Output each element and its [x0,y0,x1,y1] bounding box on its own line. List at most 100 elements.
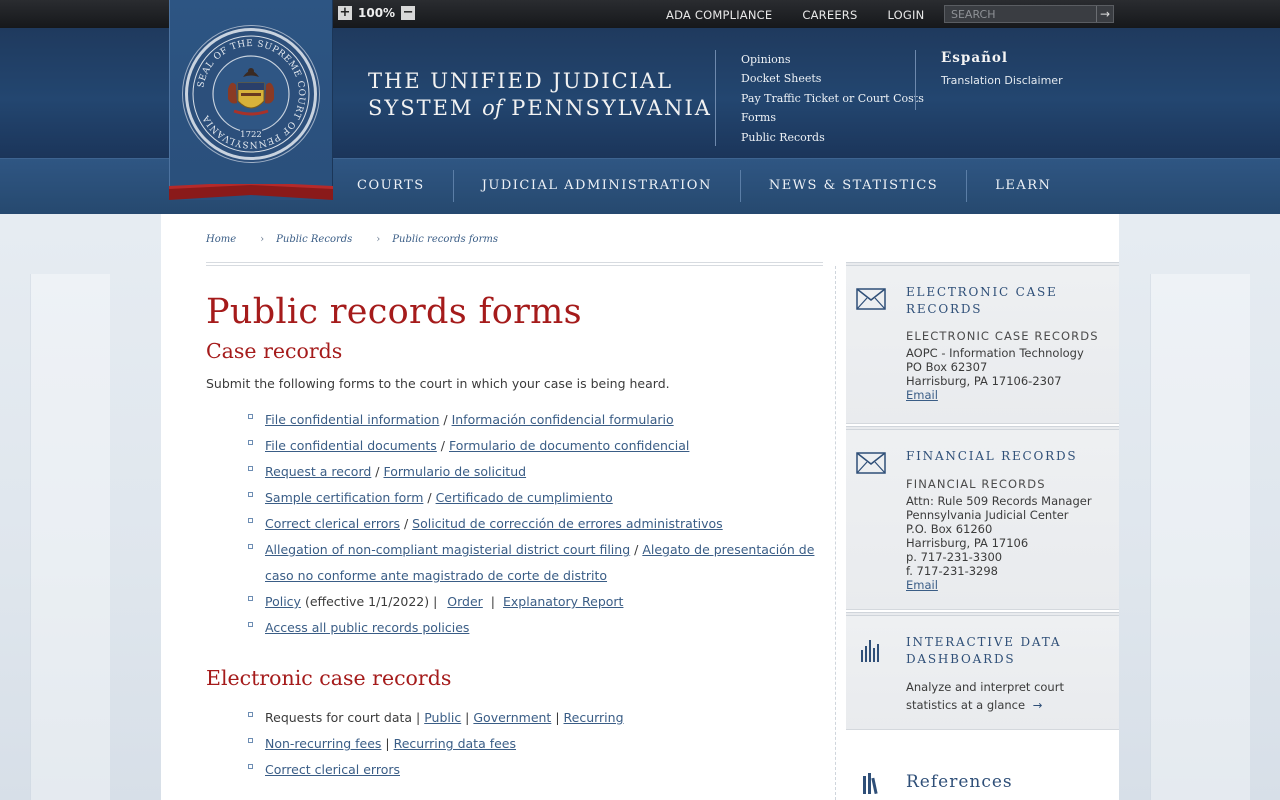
solicitud-correccion-errores-link[interactable]: Solicitud de corrección de errores admin… [412,516,723,531]
envelope-icon [856,288,886,310]
order-link[interactable]: Order [447,594,483,609]
nav-news-statistics[interactable]: NEWS & STATISTICS [741,170,968,202]
public-records-link[interactable]: Public Records [741,128,924,147]
case-records-intro: Submit the following forms to the court … [206,376,670,391]
list-item: Requests for court data | Public | Gover… [248,705,826,731]
electronic-records-list: Requests for court data | Public | Gover… [206,705,826,783]
financial-card-subheading: FINANCIAL RECORDS [906,477,1046,491]
nav-learn[interactable]: LEARN [967,170,1079,202]
request-a-record-link[interactable]: Request a record [265,464,371,479]
login-link[interactable]: LOGIN [887,8,924,22]
case-records-list: File confidential information / Informac… [206,407,826,641]
breadcrumb-home[interactable]: Home [206,234,236,245]
electronic-case-records-card: ELECTRONIC CASE RECORDS ELECTRONIC CASE … [846,262,1119,424]
banner-ribbon [169,184,333,200]
references-heading: References [906,772,1013,792]
arrow-right-icon: → [1032,698,1043,712]
pay-traffic-ticket-link[interactable]: Pay Traffic Ticket or Court Costs [741,89,924,108]
financial-email-link[interactable]: Email [906,578,938,592]
access-all-policies-link[interactable]: Access all public records policies [265,620,469,635]
public-data-link[interactable]: Public [424,710,461,725]
formulario-documento-confidencial-link[interactable]: Formulario de documento confidencial [449,438,689,453]
search-submit-icon[interactable]: → [1096,6,1113,22]
translation-disclaimer-link[interactable]: Translation Disclaimer [941,74,1063,87]
electronic-card-address: AOPC - Information Technology PO Box 623… [906,346,1084,402]
nav-judicial-administration[interactable]: JUDICIAL ADMINISTRATION [454,170,741,202]
policy-link[interactable]: Policy [265,594,301,609]
list-item: Request a record / Formulario de solicit… [248,459,826,485]
breadcrumb-public-records[interactable]: Public Records [276,234,352,245]
court-seal-logo[interactable]: SEAL OF THE SUPREME COURT OF PENNSYLVANI… [185,28,317,160]
informacion-confidencial-link[interactable]: Información confidencial formulario [452,412,674,427]
explanatory-report-link[interactable]: Explanatory Report [503,594,623,609]
site-title[interactable]: THE UNIFIED JUDICIAL SYSTEM of PENNSYLVA… [368,68,712,122]
page-title: Public records forms [206,292,582,332]
quick-links: Opinions Docket Sheets Pay Traffic Ticke… [741,50,924,147]
recurring-data-fees-link[interactable]: Recurring data fees [394,736,516,751]
electronic-card-heading: ELECTRONIC CASE RECORDS [906,285,1058,316]
bar-chart-icon [861,640,879,662]
correct-clerical-errors-link[interactable]: Correct clerical errors [265,516,400,531]
sidebar: ELECTRONIC CASE RECORDS ELECTRONIC CASE … [846,262,1119,794]
financial-card-address: Attn: Rule 509 Records Manager Pennsylva… [906,494,1092,592]
references-section: References [846,772,1119,794]
careers-link[interactable]: CAREERS [802,8,857,22]
list-item: Non-recurring fees | Recurring data fees [248,731,826,757]
header-divider [715,50,716,146]
opinions-link[interactable]: Opinions [741,50,924,69]
ada-compliance-link[interactable]: ADA COMPLIANCE [666,8,772,22]
formulario-de-solicitud-link[interactable]: Formulario de solicitud [383,464,526,479]
breadcrumb-separator: › [260,234,265,245]
docket-sheets-link[interactable]: Docket Sheets [741,69,924,88]
case-records-heading: Case records [206,339,343,363]
column-divider [835,266,836,800]
list-item: Allegation of non-compliant magisterial … [248,537,826,589]
list-item: File confidential information / Informac… [248,407,826,433]
zoom-control: + 100% − [338,6,416,20]
recurring-data-link[interactable]: Recurring [564,710,624,725]
espanol-link[interactable]: Español [941,50,1063,66]
breadcrumb: Home › Public Records › Public records f… [206,234,498,245]
forms-link[interactable]: Forms [741,108,924,127]
zoom-level: 100% [358,6,396,20]
file-confidential-information-link[interactable]: File confidential information [265,412,439,427]
seal-year: 1722 [240,130,262,140]
seal-emblem-icon: SEAL OF THE SUPREME COURT OF PENNSYLVANI… [192,35,310,153]
zoom-out-button[interactable]: − [401,6,416,20]
breadcrumb-current[interactable]: Public records forms [392,234,498,245]
allegation-non-compliant-filing-link[interactable]: Allegation of non-compliant magisterial … [265,542,630,557]
nav-courts[interactable]: COURTS [333,170,454,202]
non-recurring-fees-link[interactable]: Non-recurring fees [265,736,381,751]
government-data-link[interactable]: Government [473,710,551,725]
utility-links: ADA COMPLIANCE CAREERS LOGIN [666,8,924,22]
site-title-line-1: THE UNIFIED JUDICIAL [368,69,674,93]
list-item: Policy (effective 1/1/2022) | Order | Ex… [248,589,826,615]
sample-certification-form-link[interactable]: Sample certification form [265,490,423,505]
correct-clerical-errors-electronic-link[interactable]: Correct clerical errors [265,762,400,777]
file-confidential-documents-link[interactable]: File confidential documents [265,438,437,453]
financial-records-card: FINANCIAL RECORDS FINANCIAL RECORDS Attn… [846,426,1119,610]
site-title-line-2: SYSTEM of PENNSYLVANIA [368,96,712,120]
interactive-dashboards-card[interactable]: INTERACTIVE DATA DASHBOARDS Analyze and … [846,612,1119,730]
language-selector: Español Translation Disclaimer [941,50,1063,87]
header-divider [915,50,916,110]
list-item: Sample certification form / Certificado … [248,485,826,511]
list-item: Access all public records policies [248,615,826,641]
dashboards-card-text: Analyze and interpret court statistics a… [906,680,1064,712]
list-item: Correct clerical errors [248,757,826,783]
envelope-icon [856,452,886,474]
electronic-card-subheading: ELECTRONIC CASE RECORDS [906,329,1099,343]
breadcrumb-rule [206,262,823,266]
certificado-de-cumplimiento-link[interactable]: Certificado de cumplimiento [436,490,613,505]
main-column: Public records forms Case records Submit… [206,288,826,783]
search-input[interactable] [945,6,1096,22]
electronic-case-records-heading: Electronic case records [206,666,452,690]
list-item: Correct clerical errors / Solicitud de c… [248,511,826,537]
main-nav: COURTS JUDICIAL ADMINISTRATION NEWS & ST… [333,170,1079,202]
search-box: → [944,5,1114,23]
electronic-email-link[interactable]: Email [906,388,938,402]
list-item: File confidential documents / Formulario… [248,433,826,459]
dashboards-card-heading: INTERACTIVE DATA DASHBOARDS [906,635,1062,666]
breadcrumb-separator: › [376,234,381,245]
zoom-in-button[interactable]: + [338,6,352,20]
